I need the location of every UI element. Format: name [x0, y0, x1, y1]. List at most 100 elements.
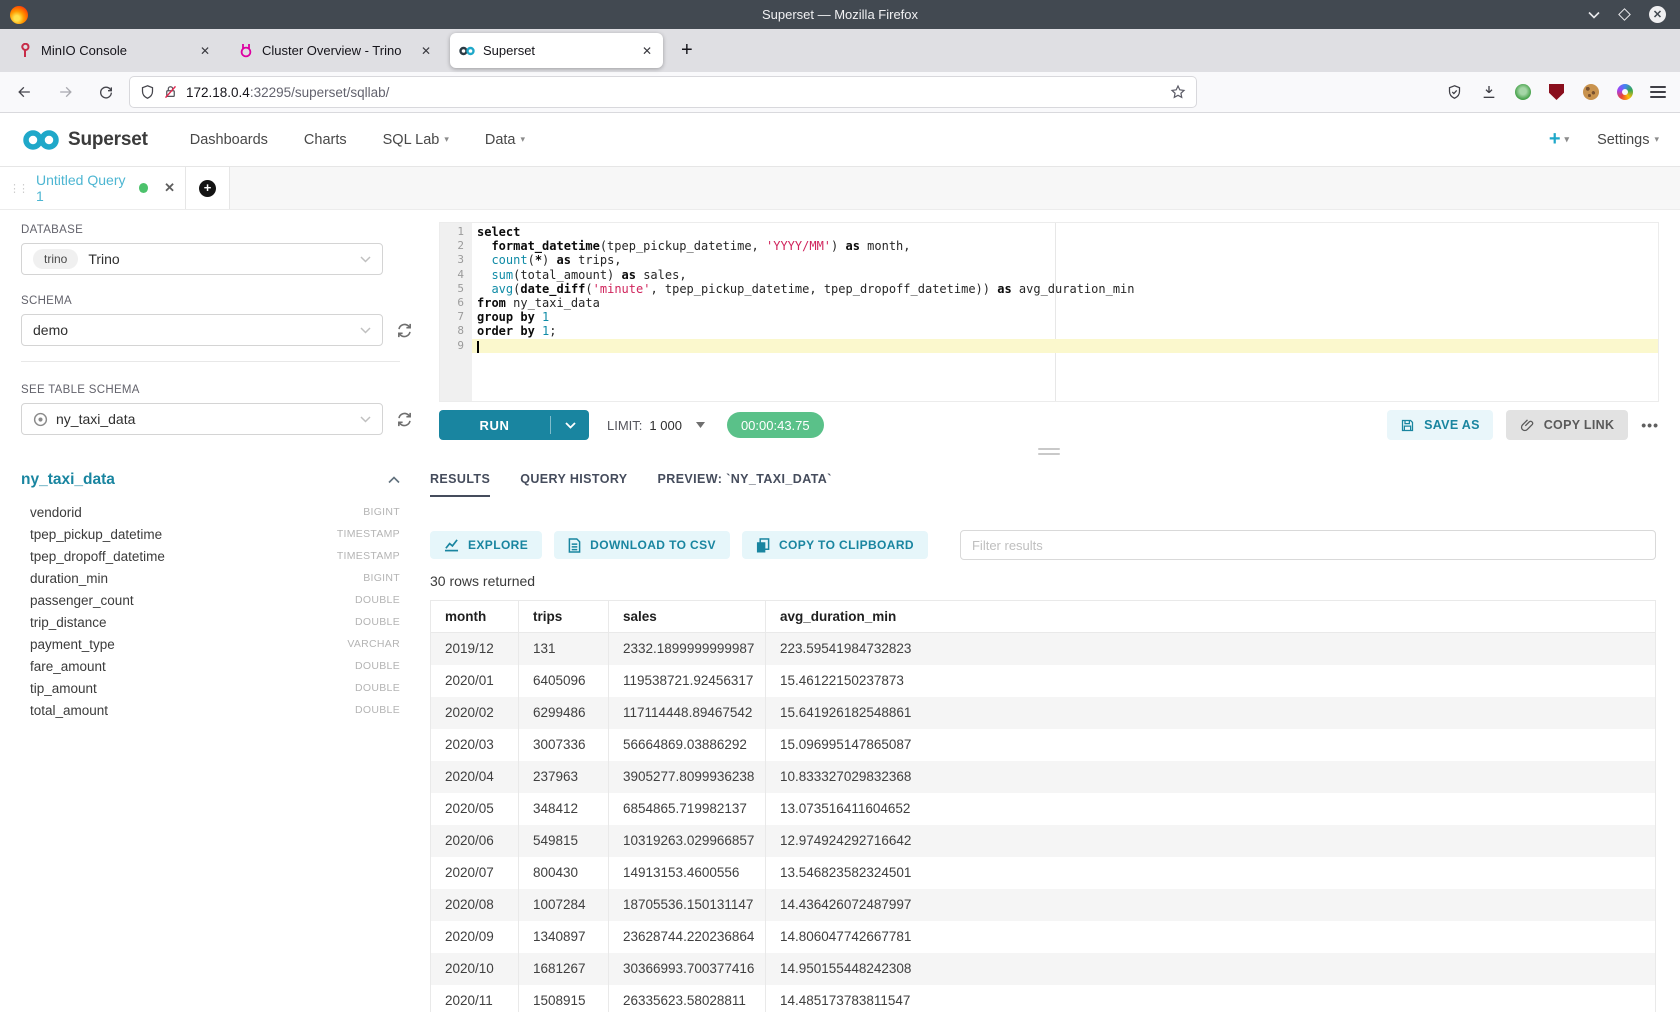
- settings-menu[interactable]: Settings▾: [1597, 132, 1659, 148]
- explore-button[interactable]: EXPLORE: [430, 531, 542, 559]
- table-select[interactable]: ny_taxi_data: [21, 403, 383, 435]
- browser-tab-trino[interactable]: Cluster Overview - Trino ✕: [229, 33, 442, 68]
- permissions-shield-icon[interactable]: [140, 84, 155, 100]
- reload-icon[interactable]: [98, 84, 114, 100]
- file-icon: [568, 538, 581, 553]
- nav-sql-lab[interactable]: SQL Lab▾: [383, 132, 449, 148]
- left-panel: DATABASE trino Trino SCHEMA demo: [0, 210, 423, 721]
- close-tab-icon[interactable]: ✕: [419, 44, 433, 58]
- close-query-tab-icon[interactable]: ✕: [164, 180, 175, 196]
- drag-handle-icon[interactable]: ⋮⋮: [9, 182, 27, 195]
- menu-icon[interactable]: [1650, 86, 1666, 98]
- query-tab[interactable]: ⋮⋮ Untitled Query 1 ✕: [0, 167, 186, 209]
- minio-flamingo-icon: [17, 43, 33, 59]
- query-state-dot: [139, 183, 148, 193]
- nav-data[interactable]: Data▾: [485, 132, 525, 148]
- explore-label: EXPLORE: [468, 538, 528, 552]
- chevron-down-icon[interactable]: [551, 422, 589, 429]
- table-row: 2020/042379633905277.809993623810.833327…: [431, 761, 1656, 793]
- column-header[interactable]: trips: [519, 601, 609, 633]
- limit-label: LIMIT:: [607, 418, 642, 433]
- database-select[interactable]: trino Trino: [21, 243, 383, 275]
- close-tab-icon[interactable]: ✕: [640, 44, 654, 58]
- url-bar[interactable]: 172.18.0.4:32295/superset/sqllab/: [130, 77, 1196, 107]
- chevron-down-icon[interactable]: [1588, 11, 1600, 19]
- close-window-icon[interactable]: ✕: [1649, 6, 1666, 23]
- results-tabs: RESULTS QUERY HISTORY PREVIEW: `NY_TAXI_DA…: [430, 472, 1656, 497]
- privacy-badger-icon[interactable]: [1514, 84, 1531, 101]
- browser-tab-minio[interactable]: MinIO Console ✕: [8, 33, 221, 68]
- code-line: [472, 339, 1658, 353]
- results-tab[interactable]: RESULTS: [430, 472, 490, 497]
- column-list-item: tip_amountDOUBLE: [21, 677, 400, 699]
- filter-results-input[interactable]: [960, 530, 1656, 560]
- copy-link-button[interactable]: COPY LINK: [1506, 410, 1629, 440]
- refresh-schemas-icon[interactable]: [396, 322, 413, 339]
- bookmark-star-icon[interactable]: [1170, 84, 1186, 100]
- column-list-item: fare_amountDOUBLE: [21, 655, 400, 677]
- copy-clipboard-button[interactable]: COPY TO CLIPBOARD: [742, 531, 928, 559]
- superset-header: Superset Dashboards Charts SQL Lab▾ Data…: [0, 113, 1680, 167]
- database-value: Trino: [88, 251, 119, 267]
- lock-crossed-icon[interactable]: [163, 84, 178, 100]
- tab-title: Cluster Overview - Trino: [262, 43, 411, 58]
- browser-toolbar: 172.18.0.4:32295/superset/sqllab/: [0, 72, 1680, 113]
- column-header[interactable]: sales: [609, 601, 766, 633]
- nav-charts[interactable]: Charts: [304, 132, 347, 148]
- column-header[interactable]: avg_duration_min: [766, 601, 1656, 633]
- new-tab-button[interactable]: +: [673, 37, 701, 64]
- results-tab[interactable]: QUERY HISTORY: [520, 472, 627, 497]
- code-line: from ny_taxi_data: [472, 296, 1658, 310]
- ublock-icon[interactable]: [1548, 84, 1565, 101]
- download-icon[interactable]: [1480, 84, 1497, 101]
- close-tab-icon[interactable]: ✕: [198, 44, 212, 58]
- results-tab[interactable]: PREVIEW: `NY_TAXI_DATA`: [658, 472, 832, 497]
- url-path: :32295/superset/sqllab/: [250, 85, 390, 100]
- forward-icon[interactable]: [57, 84, 74, 100]
- refresh-tables-icon[interactable]: [396, 411, 413, 428]
- run-button[interactable]: RUN: [439, 410, 589, 440]
- editor-zone: 123456789 select format_datetime(tpep_pi…: [439, 210, 1659, 440]
- column-header[interactable]: month: [431, 601, 519, 633]
- chevron-up-icon[interactable]: [388, 476, 400, 484]
- editor-code[interactable]: select format_datetime(tpep_pickup_datet…: [472, 223, 1658, 401]
- table-schema-panel: ny_taxi_data vendoridBIGINTtpep_pickup_d…: [21, 471, 423, 721]
- caret-down-icon: [696, 422, 705, 428]
- column-list-item: total_amountDOUBLE: [21, 699, 400, 721]
- add-query-tab-button[interactable]: +: [186, 167, 230, 209]
- sql-editor[interactable]: 123456789 select format_datetime(tpep_pi…: [439, 222, 1659, 402]
- sqllab-main: DATABASE trino Trino SCHEMA demo: [0, 210, 1680, 1012]
- download-csv-label: DOWNLOAD TO CSV: [590, 538, 716, 552]
- panel-divider: [21, 361, 400, 362]
- limit-control[interactable]: LIMIT: 1 000: [607, 418, 705, 433]
- result-table-body: 2019/121312332.1899999999987223.59541984…: [431, 633, 1656, 1012]
- chart-icon: [444, 538, 459, 552]
- back-icon[interactable]: [16, 84, 33, 100]
- more-actions-button[interactable]: •••: [1641, 417, 1659, 433]
- firefox-logo-icon: [10, 6, 28, 24]
- save-as-button[interactable]: SAVE AS: [1387, 410, 1493, 440]
- superset-logo[interactable]: Superset: [21, 128, 148, 152]
- maximize-diamond-icon[interactable]: [1618, 8, 1631, 21]
- schema-select[interactable]: demo: [21, 314, 383, 346]
- url-host: 172.18.0.4: [186, 85, 250, 100]
- clipboard-icon: [756, 538, 770, 553]
- download-csv-button[interactable]: DOWNLOAD TO CSV: [554, 531, 730, 559]
- result-table-container: monthtripssalesavg_duration_min 2019/121…: [430, 600, 1656, 1012]
- column-list-item: tpep_pickup_datetimeTIMESTAMP: [21, 523, 400, 545]
- table-row: 2020/053484126854865.71998213713.0735164…: [431, 793, 1656, 825]
- table-row: 2020/10168126730366993.70037741614.95015…: [431, 953, 1656, 985]
- containers-icon[interactable]: [1616, 84, 1633, 101]
- table-row: 2020/08100728418705536.15013114714.43642…: [431, 889, 1656, 921]
- table-value: ny_taxi_data: [56, 411, 135, 427]
- pane-resize-handle[interactable]: [1038, 448, 1060, 458]
- table-row: 2020/0654981510319263.02996685712.974924…: [431, 825, 1656, 857]
- chevron-down-icon: ▾: [1565, 134, 1570, 145]
- browser-tab-superset[interactable]: Superset ✕: [450, 33, 663, 68]
- schema-value: demo: [33, 322, 68, 338]
- cookie-icon[interactable]: [1582, 84, 1599, 101]
- add-new-button[interactable]: +▾: [1549, 128, 1569, 151]
- nav-dashboards[interactable]: Dashboards: [190, 132, 268, 148]
- trino-bunny-icon: [238, 43, 254, 59]
- shield-check-icon[interactable]: [1446, 84, 1463, 101]
